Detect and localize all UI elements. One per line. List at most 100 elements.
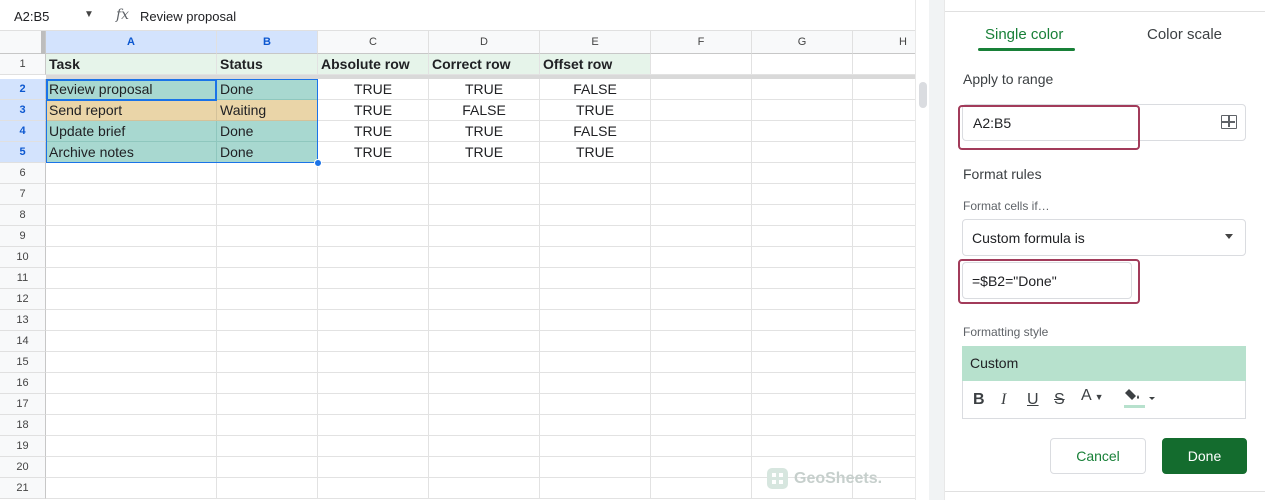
empty-cell[interactable]: [752, 394, 853, 415]
empty-cell[interactable]: [853, 331, 915, 352]
empty-cell[interactable]: [752, 289, 853, 310]
table-cell[interactable]: Waiting: [217, 100, 318, 121]
empty-cell[interactable]: [651, 352, 752, 373]
tab-single-color[interactable]: Single color: [985, 26, 1063, 43]
empty-cell[interactable]: [540, 184, 651, 205]
empty-cell[interactable]: [651, 373, 752, 394]
empty-cell[interactable]: [540, 394, 651, 415]
empty-cell[interactable]: [429, 436, 540, 457]
empty-cell[interactable]: [752, 205, 853, 226]
table-cell[interactable]: Archive notes: [46, 142, 217, 163]
empty-cell[interactable]: [46, 394, 217, 415]
scrollbar-thumb[interactable]: [919, 82, 927, 108]
underline-button[interactable]: U: [1027, 391, 1039, 409]
row-header-14[interactable]: 14: [0, 331, 46, 352]
text-color-button[interactable]: A ▼: [1081, 387, 1104, 405]
empty-cell[interactable]: [651, 394, 752, 415]
row-header-3[interactable]: 3: [0, 100, 46, 121]
empty-cell[interactable]: [752, 310, 853, 331]
vertical-scrollbar[interactable]: [915, 0, 929, 500]
row-header-7[interactable]: 7: [0, 184, 46, 205]
column-header-h[interactable]: H: [853, 31, 915, 54]
empty-cell[interactable]: [429, 352, 540, 373]
strikethrough-button[interactable]: S: [1054, 391, 1065, 409]
empty-cell[interactable]: [318, 268, 429, 289]
empty-cell[interactable]: [853, 184, 915, 205]
cancel-button[interactable]: Cancel: [1050, 438, 1146, 474]
empty-cell[interactable]: [46, 478, 217, 499]
empty-cell[interactable]: [46, 436, 217, 457]
empty-cell[interactable]: [46, 247, 217, 268]
empty-cell[interactable]: [217, 478, 318, 499]
table-cell[interactable]: TRUE: [318, 79, 429, 100]
empty-cell[interactable]: [318, 247, 429, 268]
row-header-20[interactable]: 20: [0, 457, 46, 478]
table-cell[interactable]: FALSE: [540, 121, 651, 142]
empty-cell[interactable]: [429, 205, 540, 226]
empty-cell[interactable]: [429, 415, 540, 436]
empty-cell[interactable]: [853, 142, 915, 163]
empty-cell[interactable]: [651, 289, 752, 310]
empty-cell[interactable]: [217, 373, 318, 394]
fill-handle[interactable]: [314, 159, 322, 167]
empty-cell[interactable]: [46, 205, 217, 226]
empty-cell[interactable]: [318, 226, 429, 247]
row-header-1[interactable]: 1: [0, 54, 46, 75]
empty-cell[interactable]: [752, 79, 853, 100]
empty-cell[interactable]: [46, 268, 217, 289]
empty-cell[interactable]: [651, 100, 752, 121]
empty-cell[interactable]: [429, 268, 540, 289]
empty-cell[interactable]: [651, 478, 752, 499]
empty-cell[interactable]: [217, 268, 318, 289]
empty-cell[interactable]: [853, 415, 915, 436]
empty-cell[interactable]: [540, 478, 651, 499]
range-input[interactable]: A2:B5: [962, 104, 1246, 141]
empty-cell[interactable]: [318, 457, 429, 478]
row-header-5[interactable]: 5: [0, 142, 46, 163]
fill-color-button[interactable]: [1124, 386, 1158, 415]
row-header-13[interactable]: 13: [0, 310, 46, 331]
empty-cell[interactable]: [318, 163, 429, 184]
name-box-dropdown-icon[interactable]: ▼: [84, 9, 94, 20]
row-header-12[interactable]: 12: [0, 289, 46, 310]
empty-cell[interactable]: [318, 436, 429, 457]
empty-cell[interactable]: [46, 457, 217, 478]
row-header-18[interactable]: 18: [0, 415, 46, 436]
row-header-19[interactable]: 19: [0, 436, 46, 457]
header-cell[interactable]: Status: [217, 54, 318, 75]
empty-cell[interactable]: [46, 331, 217, 352]
empty-cell[interactable]: [46, 163, 217, 184]
empty-cell[interactable]: [217, 205, 318, 226]
header-cell[interactable]: Correct row: [429, 54, 540, 75]
table-cell[interactable]: TRUE: [318, 100, 429, 121]
empty-cell[interactable]: [46, 352, 217, 373]
bold-button[interactable]: B: [973, 391, 985, 409]
select-all-corner[interactable]: [0, 31, 46, 54]
empty-cell[interactable]: [429, 310, 540, 331]
empty-cell[interactable]: [318, 205, 429, 226]
empty-cell[interactable]: [318, 394, 429, 415]
table-cell[interactable]: FALSE: [429, 100, 540, 121]
empty-cell[interactable]: [752, 184, 853, 205]
empty-cell[interactable]: [429, 247, 540, 268]
empty-cell[interactable]: [429, 394, 540, 415]
empty-cell[interactable]: [752, 100, 853, 121]
empty-cell[interactable]: [318, 289, 429, 310]
empty-cell[interactable]: [429, 226, 540, 247]
empty-cell[interactable]: [853, 247, 915, 268]
empty-cell[interactable]: [217, 436, 318, 457]
table-cell[interactable]: Done: [217, 79, 318, 100]
empty-cell[interactable]: [217, 310, 318, 331]
empty-cell[interactable]: [429, 457, 540, 478]
column-header-e[interactable]: E: [540, 31, 651, 54]
empty-cell[interactable]: [752, 268, 853, 289]
empty-cell[interactable]: [217, 394, 318, 415]
empty-cell[interactable]: [752, 373, 853, 394]
table-cell[interactable]: TRUE: [318, 142, 429, 163]
empty-cell[interactable]: [752, 163, 853, 184]
empty-cell[interactable]: [651, 415, 752, 436]
table-cell[interactable]: TRUE: [540, 100, 651, 121]
table-cell[interactable]: TRUE: [429, 79, 540, 100]
empty-cell[interactable]: [46, 226, 217, 247]
empty-cell[interactable]: [651, 121, 752, 142]
